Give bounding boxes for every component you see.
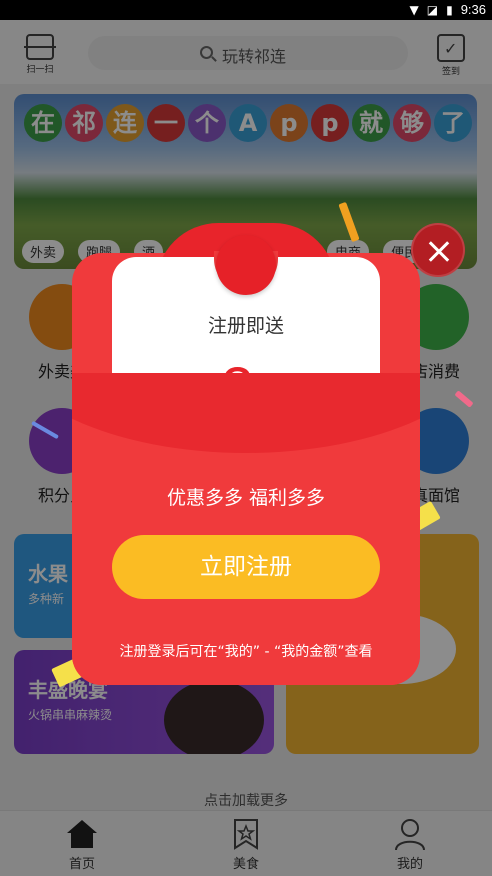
envelope-seal [216, 235, 276, 295]
close-icon[interactable] [411, 223, 465, 277]
status-bar: ▼ ◪ ▮ 9:36 [0, 0, 492, 20]
popup-slogan: 优惠多多 福利多多 [166, 487, 326, 509]
wifi-icon: ▼ [409, 2, 419, 17]
red-envelope-popup: 注册即送 ¥3.5 优惠多多 福利多多 立即注册 注册登录后可在“我的” - “… [72, 223, 420, 685]
battery-icon: ▮ [446, 2, 453, 17]
clock: 9:36 [460, 2, 486, 17]
reward-label: 注册即送 [207, 315, 284, 337]
popup-note: 注册登录后可在“我的” - “我的金额”查看 [119, 644, 373, 660]
envelope-front: 优惠多多 福利多多 立即注册 注册登录后可在“我的” - “我的金额”查看 [72, 373, 420, 685]
register-button[interactable]: 立即注册 [112, 535, 380, 599]
signal-icon: ◪ [426, 2, 439, 17]
